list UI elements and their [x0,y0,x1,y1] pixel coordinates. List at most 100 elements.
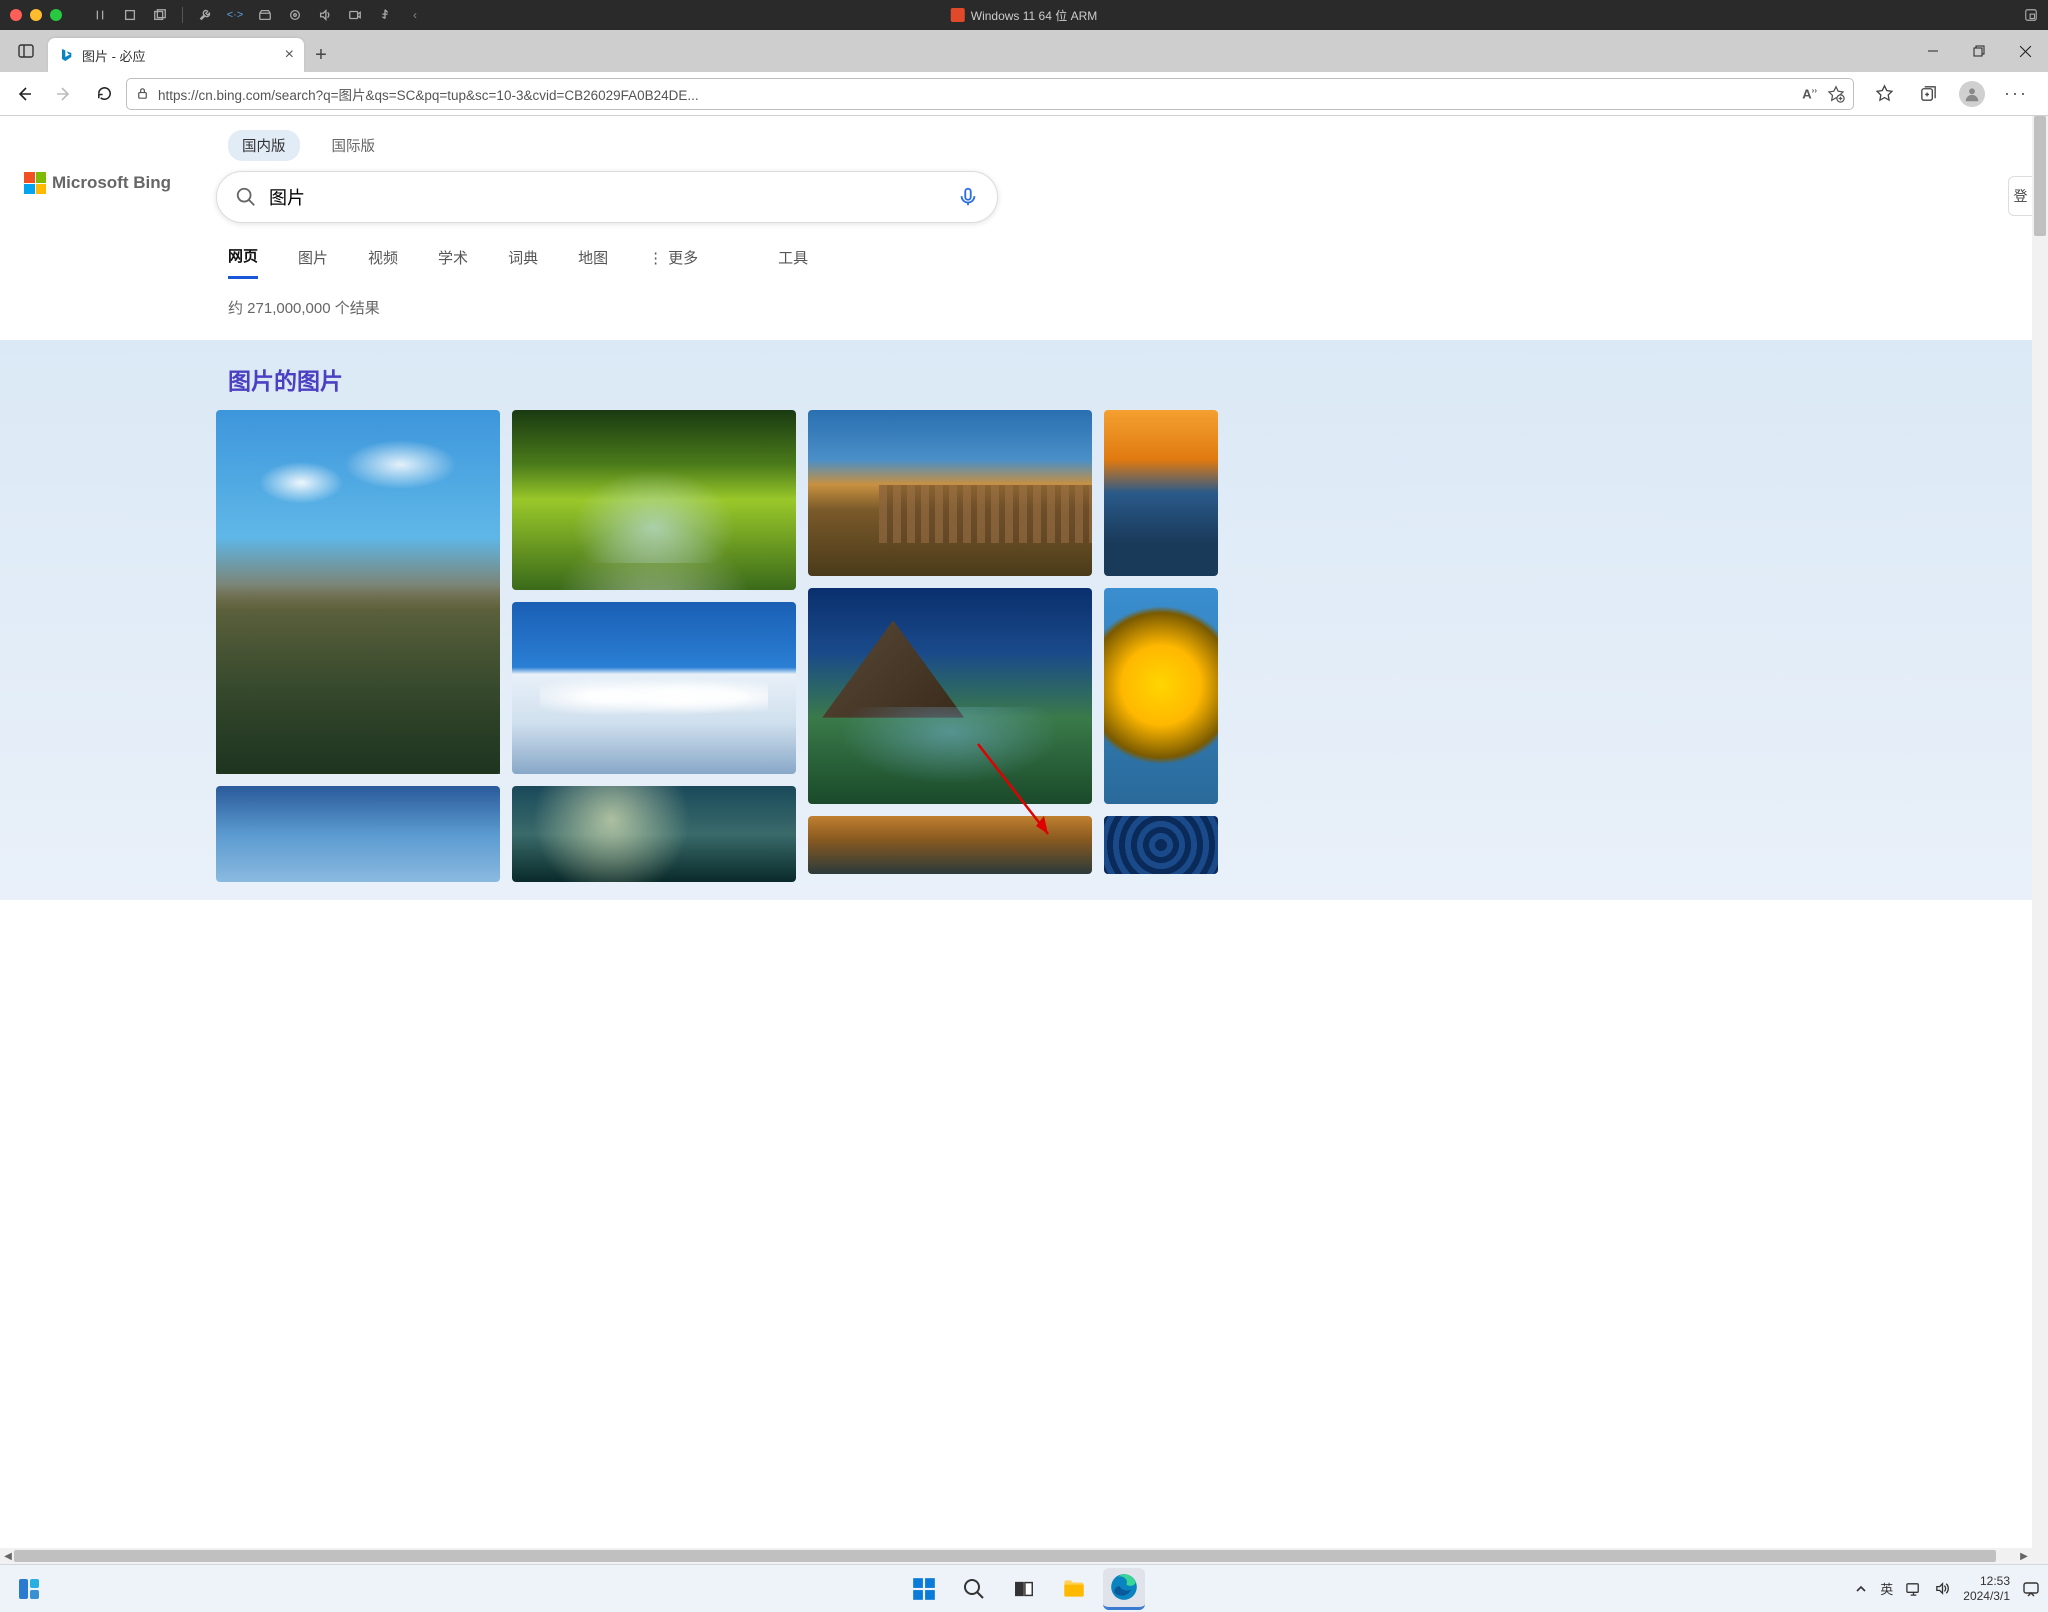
result-tab-dict[interactable]: 词典 [508,247,538,278]
bing-logo-text: Microsoft Bing [52,173,171,193]
favorites-icon[interactable] [1866,76,1902,112]
usb-icon[interactable] [377,7,393,23]
search-box[interactable] [216,171,998,223]
taskbar-date: 2024/3/1 [1963,1589,2010,1603]
mac-zoom-icon[interactable] [50,9,62,21]
version-tab-international[interactable]: 国际版 [318,130,390,161]
address-bar[interactable]: https://cn.bing.com/search?q=图片&qs=SC&pq… [126,78,1854,110]
vertical-scrollbar[interactable] [2032,116,2048,1564]
window-maximize-button[interactable] [1956,30,2002,72]
image-thumbnail[interactable] [1104,588,1218,804]
window-minimize-button[interactable] [1910,30,1956,72]
bing-favicon-icon [58,47,74,63]
browser-tab-strip: 图片 - 必应 × + [0,30,2048,72]
image-thumbnail[interactable] [808,816,1092,874]
file-explorer-button[interactable] [1053,1568,1095,1610]
vm-title-text: Windows 11 64 位 ARM [971,7,1098,24]
taskbar-time: 12:53 [1963,1574,2010,1588]
nav-forward-button [46,76,82,112]
cd-icon[interactable] [287,7,303,23]
edge-app-button[interactable] [1103,1568,1145,1610]
wrench-icon[interactable] [197,7,213,23]
vm-title: Windows 11 64 位 ARM [951,7,1098,24]
login-peek-button[interactable]: 登 [2008,176,2032,216]
sound-icon[interactable] [317,7,333,23]
camera-icon[interactable] [347,7,363,23]
notification-center-icon[interactable] [2022,1580,2040,1598]
page-viewport: 登 Microsoft Bing 国内版 国际版 网页 图片 视频 学术 [0,116,2048,1564]
nav-refresh-button[interactable] [86,76,122,112]
image-section-heading[interactable]: 图片的图片 [228,362,2032,396]
bing-page: 登 Microsoft Bing 国内版 国际版 网页 图片 视频 学术 [0,116,2032,1548]
microsoft-logo-icon [24,172,46,194]
taskbar-search-button[interactable] [953,1568,995,1610]
start-button[interactable] [903,1568,945,1610]
star-plus-icon[interactable] [1827,85,1845,103]
disk-icon[interactable] [257,7,273,23]
mac-close-icon[interactable] [10,9,22,21]
vm-titlebar: <·> ‹ Windows 11 64 位 ARM [0,0,2048,30]
image-thumbnail[interactable] [216,410,500,774]
chevron-left-icon[interactable]: ‹ [407,7,423,23]
result-tab-maps[interactable]: 地图 [578,247,608,278]
snapshot-icon[interactable] [152,7,168,23]
image-thumbnail[interactable] [512,602,796,774]
result-tabs: 网页 图片 视频 学术 词典 地图 ⋮更多 工具 [228,245,2032,279]
tab-actions-button[interactable] [6,30,46,72]
result-count: 约 271,000,000 个结果 [228,297,2032,318]
tray-overflow-icon[interactable] [1854,1582,1868,1596]
result-tab-tools[interactable]: 工具 [778,247,808,278]
result-tab-videos[interactable]: 视频 [368,247,398,278]
window-close-button[interactable] [2002,30,2048,72]
windows-taskbar: 英 12:53 2024/3/1 [0,1564,2048,1612]
volume-icon[interactable] [1934,1580,1951,1597]
image-thumbnail[interactable] [512,786,796,882]
image-thumbnail[interactable] [512,410,796,590]
ime-indicator[interactable]: 英 [1880,1579,1893,1598]
image-thumbnail[interactable] [216,786,500,882]
site-info-icon[interactable] [135,86,150,101]
bing-logo[interactable]: Microsoft Bing [24,172,171,194]
browser-toolbar: https://cn.bing.com/search?q=图片&qs=SC&pq… [0,72,2048,116]
result-tab-more[interactable]: ⋮更多 [648,247,698,278]
image-thumbnail[interactable] [808,410,1092,576]
result-tab-web[interactable]: 网页 [228,245,258,279]
widgets-button[interactable] [8,1568,50,1610]
parallels-icon [951,8,965,22]
vm-toolbar-icons: <·> ‹ [92,7,423,23]
search-input[interactable] [269,187,945,208]
voice-search-icon[interactable] [957,186,979,208]
tab-close-icon[interactable]: × [285,46,294,64]
pause-icon[interactable] [92,7,108,23]
stop-icon[interactable] [122,7,138,23]
image-thumbnail[interactable] [808,588,1092,804]
tab-title: 图片 - 必应 [82,46,146,65]
window-controls [1910,30,2048,72]
search-icon[interactable] [235,186,257,208]
new-tab-button[interactable]: + [304,38,338,72]
image-thumbnail[interactable] [1104,410,1218,576]
horizontal-scrollbar[interactable]: ◀ ▶ [0,1548,2032,1564]
mac-window-controls[interactable] [10,9,62,21]
image-thumbnail[interactable] [1104,816,1218,874]
taskbar-clock[interactable]: 12:53 2024/3/1 [1963,1574,2010,1603]
more-menu-icon[interactable]: ··· [1998,76,2034,112]
image-results-section: 图片的图片 [0,340,2032,900]
task-view-button[interactable] [1003,1568,1045,1610]
version-tabs: 国内版 国际版 [228,130,2032,161]
avatar-icon [1959,81,1985,107]
mac-minimize-icon[interactable] [30,9,42,21]
result-tab-academic[interactable]: 学术 [438,247,468,278]
read-aloud-icon[interactable]: A›› [1802,86,1817,101]
code-icon[interactable]: <·> [227,7,243,23]
image-gallery [216,410,2032,882]
browser-tab[interactable]: 图片 - 必应 × [48,38,304,72]
network-icon[interactable] [1905,1580,1922,1597]
result-tab-images[interactable]: 图片 [298,247,328,278]
profile-button[interactable] [1954,76,1990,112]
collections-icon[interactable] [1910,76,1946,112]
vm-expand-icon[interactable] [2024,8,2038,22]
version-tab-domestic[interactable]: 国内版 [228,130,300,161]
nav-back-button[interactable] [6,76,42,112]
url-text: https://cn.bing.com/search?q=图片&qs=SC&pq… [158,84,1794,104]
